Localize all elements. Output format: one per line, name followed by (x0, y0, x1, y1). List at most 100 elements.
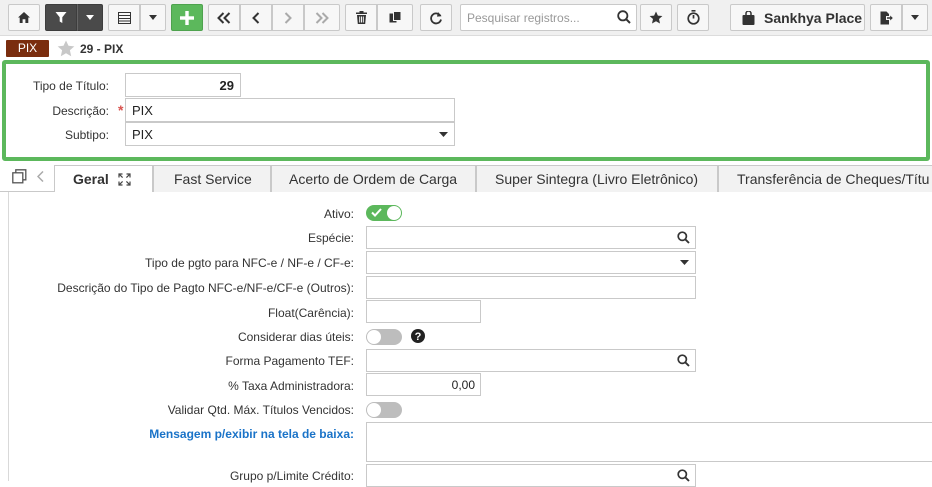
home-button[interactable] (8, 4, 40, 31)
especie-label: Espécie: (307, 231, 354, 245)
toggle-knob (367, 330, 381, 344)
mensagem-textarea[interactable] (366, 422, 932, 462)
ativo-label: Ativo: (323, 207, 354, 221)
tipo-titulo-field[interactable] (125, 73, 241, 97)
search-icon[interactable] (617, 10, 631, 24)
ativo-toggle[interactable] (366, 205, 402, 221)
sankhya-place-button[interactable]: Sankhya Place (730, 4, 865, 31)
tab-super-sintegra-label: Super Sintegra (Livro Eletrônico) (495, 171, 699, 187)
check-icon (371, 208, 382, 217)
header-form: Tipo de Título: Descrição: * Subtipo: PI… (2, 60, 930, 161)
caret-down-icon (86, 15, 94, 20)
previous-record-button[interactable] (240, 4, 272, 31)
filter-icon (55, 12, 67, 23)
next-record-button[interactable] (272, 4, 304, 31)
caret-down-icon (680, 260, 689, 265)
caret-down-icon (149, 15, 157, 20)
duplicate-button[interactable] (377, 4, 413, 31)
double-chevron-left-icon (217, 11, 231, 24)
tab-acerto-ordem-carga-label: Acerto de Ordem de Carga (289, 171, 458, 187)
first-record-button[interactable] (208, 4, 240, 31)
validar-label: Validar Qtd. Máx. Títulos Vencidos: (167, 403, 354, 417)
subtipo-select[interactable]: PIX (125, 122, 455, 146)
stopwatch-icon (686, 10, 700, 25)
tab-super-sintegra[interactable]: Super Sintegra (Livro Eletrônico) (476, 165, 718, 192)
validar-toggle[interactable] (366, 402, 402, 418)
tipo-titulo-label: Tipo de Título: (32, 79, 109, 93)
record-tag: PIX (6, 40, 49, 57)
grid-view-button[interactable] (108, 4, 140, 31)
mensagem-label: Mensagem p/exibir na tela de baixa: (149, 427, 354, 441)
last-record-button[interactable] (304, 4, 340, 31)
required-asterisk: * (118, 102, 124, 118)
trash-icon (355, 11, 367, 24)
chevron-left-icon (252, 11, 260, 24)
taxa-value: 0,00 (451, 378, 475, 392)
forma-pagamento-field[interactable] (366, 349, 696, 372)
search-icon[interactable] (677, 469, 690, 482)
especie-field[interactable] (366, 226, 696, 249)
add-button[interactable] (171, 4, 203, 31)
export-button[interactable] (870, 4, 902, 31)
chevron-right-icon (284, 11, 292, 24)
expand-icon[interactable] (118, 173, 131, 186)
refresh-button[interactable] (420, 4, 452, 31)
search-input[interactable] (461, 5, 611, 30)
caret-down-icon (439, 132, 448, 137)
tab-geral[interactable]: Geral (54, 165, 153, 193)
tab-acerto-ordem-carga[interactable]: Acerto de Ordem de Carga (271, 165, 476, 192)
search-icon[interactable] (677, 231, 690, 244)
chevron-left-icon[interactable] (37, 171, 44, 182)
descricao-pagto-label: Descrição do Tipo de Pagto NFC-e/NF-e/CF… (57, 281, 354, 295)
grupo-field[interactable] (366, 464, 696, 487)
star-icon (649, 11, 663, 24)
geral-form: Ativo: Espécie: Tipo de pgto para NFC-e … (8, 192, 932, 487)
view-dropdown-button[interactable] (140, 4, 166, 31)
window-restore-icon[interactable] (12, 169, 27, 184)
double-chevron-right-icon (315, 11, 329, 24)
taxa-label: % Taxa Administradora: (228, 379, 354, 393)
descricao-label: Descrição: (52, 104, 109, 118)
shopping-bag-icon (742, 10, 755, 25)
filter-dropdown-button[interactable] (77, 4, 103, 31)
svg-text:?: ? (415, 331, 422, 343)
delete-button[interactable] (345, 4, 377, 31)
considerar-dias-toggle[interactable] (366, 329, 402, 345)
grid-icon (117, 11, 131, 24)
tab-fast-service-label: Fast Service (174, 171, 252, 187)
file-export-icon (880, 11, 893, 24)
tipo-pgto-select[interactable] (366, 251, 696, 274)
search-icon[interactable] (677, 354, 690, 367)
forma-pagamento-label: Forma Pagamento TEF: (225, 354, 355, 368)
export-dropdown-button[interactable] (902, 4, 928, 31)
tipo-pgto-label: Tipo de pgto para NFC-e / NF-e / CF-e: (145, 256, 354, 270)
help-icon[interactable]: ? (411, 329, 425, 343)
star-icon[interactable] (57, 40, 75, 57)
timer-button[interactable] (677, 4, 709, 31)
float-field[interactable] (366, 300, 481, 323)
toolbar: Sankhya Place (0, 0, 932, 36)
tab-geral-label: Geral (73, 171, 109, 187)
tab-bar: Geral Fast Service Acerto de Ordem de Ca… (0, 163, 932, 193)
toggle-knob (387, 206, 401, 220)
tab-transferencia-cheques[interactable]: Transferência de Cheques/Títu (718, 165, 932, 192)
tab-transferencia-cheques-label: Transferência de Cheques/Títu (737, 171, 930, 187)
favorite-button[interactable] (640, 4, 672, 31)
considerar-dias-label: Considerar dias úteis: (237, 330, 354, 344)
home-icon (18, 12, 30, 23)
copy-icon (389, 11, 401, 23)
descricao-pagto-field[interactable] (366, 276, 696, 299)
toggle-knob (367, 403, 381, 417)
plus-icon (180, 10, 194, 25)
filter-button[interactable] (45, 4, 77, 31)
tab-fast-service[interactable]: Fast Service (153, 165, 271, 192)
subtipo-value: PIX (132, 127, 153, 142)
float-label: Float(Carência): (267, 306, 354, 320)
subtipo-label: Subtipo: (64, 128, 109, 142)
record-title: 29 - PIX (80, 42, 124, 56)
taxa-field[interactable]: 0,00 (366, 373, 481, 396)
record-title-bar: PIX 29 - PIX (0, 38, 932, 60)
descricao-field[interactable] (125, 98, 455, 122)
search-box (460, 4, 637, 31)
refresh-icon (430, 11, 442, 24)
